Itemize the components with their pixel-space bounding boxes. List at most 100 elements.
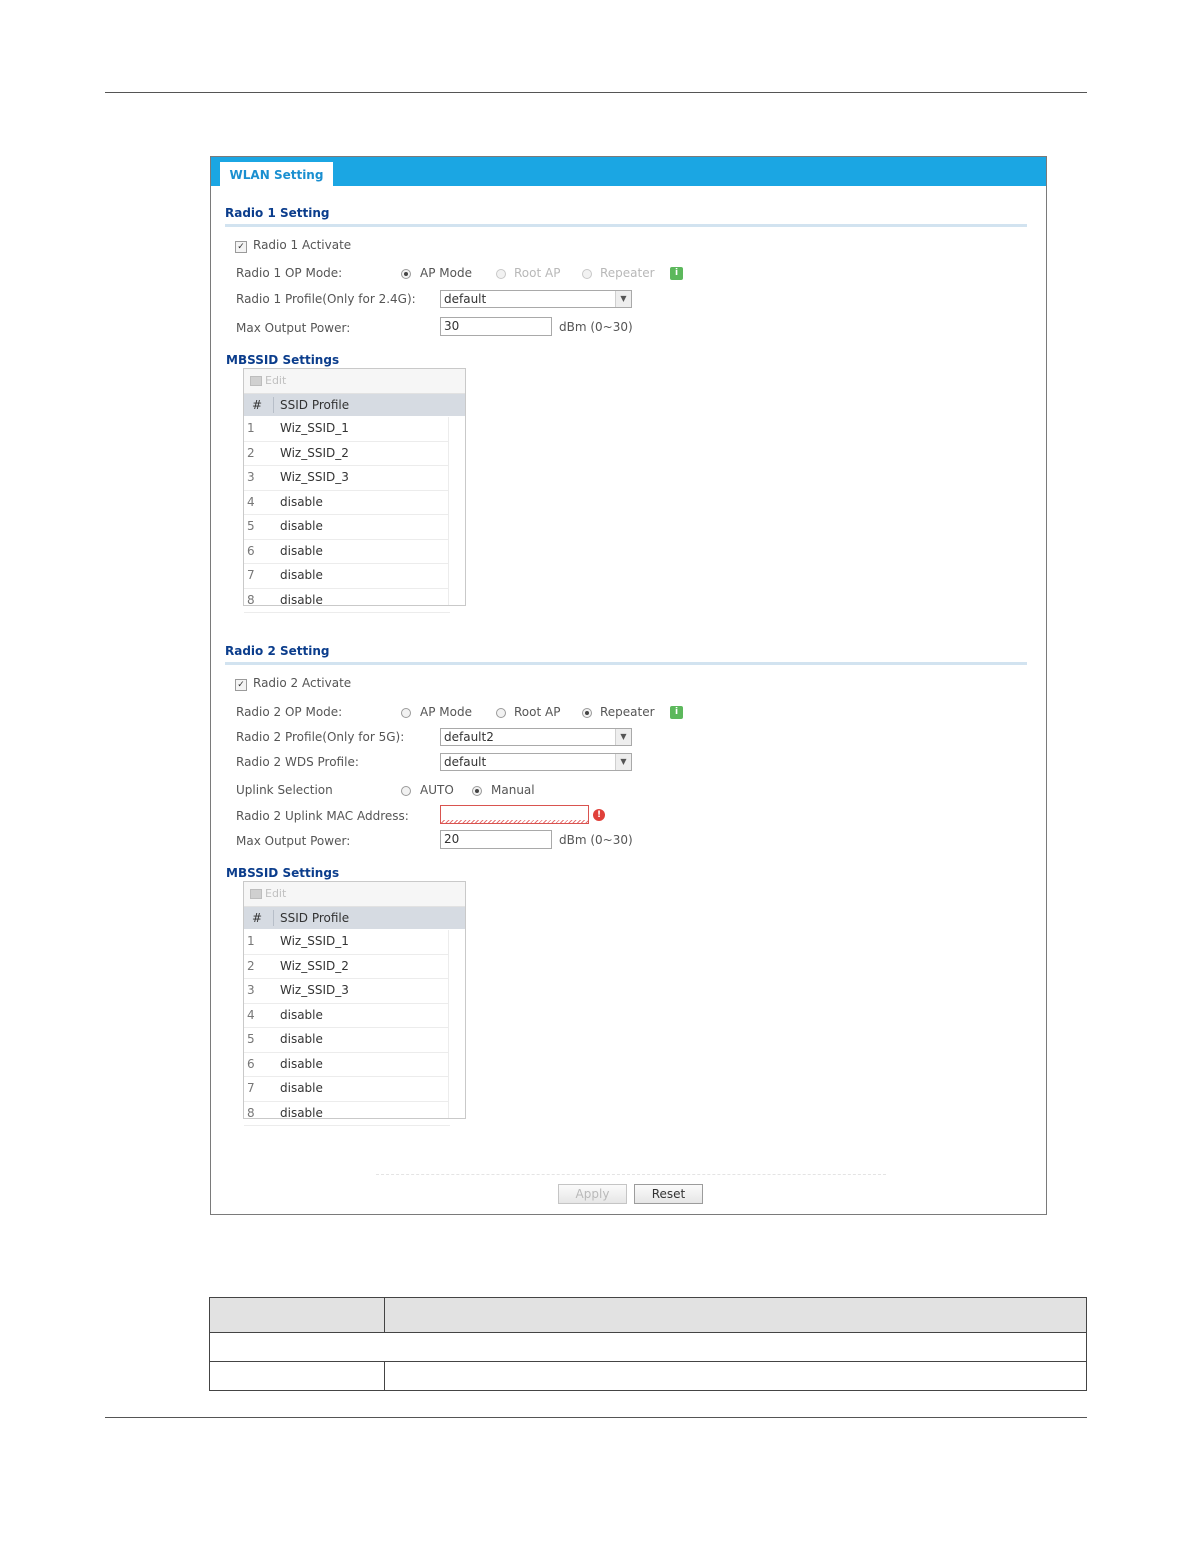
row-ssid-profile: disable <box>280 519 323 533</box>
radio2-profile-select[interactable]: default2 ▼ <box>440 728 632 746</box>
edit-button[interactable]: Edit <box>265 374 286 387</box>
row-ssid-profile: Wiz_SSID_2 <box>280 445 349 460</box>
radio2-repeater-radio[interactable] <box>582 708 592 718</box>
uplink-manual-radio[interactable] <box>472 786 482 796</box>
row-ssid-profile: disable <box>280 592 323 607</box>
table-row[interactable]: 4 disable <box>244 491 450 515</box>
radio2-root-ap-label: Root AP <box>514 705 561 719</box>
radio1-profile-value: default <box>444 292 487 306</box>
row-number: 3 <box>247 470 255 484</box>
edit-button[interactable]: Edit <box>265 887 286 900</box>
row-ssid-profile: Wiz_SSID_1 <box>280 421 349 435</box>
radio1-ap-mode-radio[interactable] <box>401 269 411 279</box>
row-number: 8 <box>247 592 255 607</box>
row-number: 5 <box>247 519 255 533</box>
row-ssid-profile: disable <box>280 543 323 558</box>
radio2-power-value: 20 <box>444 832 460 846</box>
table-row[interactable]: 1 Wiz_SSID_1 <box>244 930 450 955</box>
radio2-section-title: Radio 2 Setting <box>225 644 330 658</box>
chevron-down-icon: ▼ <box>615 729 631 745</box>
row-number: 4 <box>247 1007 255 1022</box>
radio2-ap-mode-label: AP Mode <box>420 705 472 719</box>
row-number: 1 <box>247 421 255 435</box>
radio1-power-label: Max Output Power: <box>236 321 351 335</box>
table-row[interactable]: 1 Wiz_SSID_1 <box>244 417 450 442</box>
column-divider <box>273 910 274 926</box>
row-ssid-profile: Wiz_SSID_2 <box>280 958 349 973</box>
table-row[interactable]: 8 disable <box>244 1102 450 1126</box>
radio1-activate-checkbox[interactable]: ✓ <box>235 241 247 253</box>
row-number: 7 <box>247 568 255 582</box>
reset-button[interactable]: Reset <box>634 1184 703 1204</box>
mbssid-table-header: # SSID Profile <box>244 394 465 416</box>
table-row[interactable]: 4 disable <box>244 1004 450 1028</box>
table-row[interactable]: 6 disable <box>244 540 450 564</box>
scrollbar[interactable] <box>448 930 465 1118</box>
radio1-op-mode-label: Radio 1 OP Mode: <box>236 266 343 280</box>
mbssid-toolbar: Edit <box>244 882 465 907</box>
uplink-mac-input[interactable] <box>440 805 589 824</box>
radio2-wds-value: default <box>444 755 487 769</box>
radio2-wds-label: Radio 2 WDS Profile: <box>236 755 359 769</box>
uplink-auto-label: AUTO <box>420 783 454 797</box>
table-row[interactable]: 5 disable <box>244 1028 450 1053</box>
table-row[interactable]: 3 Wiz_SSID_3 <box>244 466 450 491</box>
radio2-op-mode-label: Radio 2 OP Mode: <box>236 705 343 719</box>
row-number: 2 <box>247 958 255 973</box>
radio2-wds-select[interactable]: default ▼ <box>440 753 632 771</box>
column-divider <box>273 397 274 413</box>
table-row[interactable]: 7 disable <box>244 1077 450 1102</box>
tab-wlan-setting[interactable]: WLAN Setting <box>220 162 333 186</box>
table-row[interactable]: 5 disable <box>244 515 450 540</box>
scrollbar[interactable] <box>448 417 465 605</box>
apply-button[interactable]: Apply <box>558 1184 627 1204</box>
radio1-root-ap-radio[interactable] <box>496 269 506 279</box>
radio2-power-label: Max Output Power: <box>236 834 351 848</box>
radio2-ap-mode-radio[interactable] <box>401 708 411 718</box>
radio2-mbssid-title: MBSSID Settings <box>226 866 340 880</box>
radio1-power-input[interactable]: 30 <box>440 317 552 336</box>
uplink-manual-label: Manual <box>491 783 535 797</box>
table-row[interactable]: 2 Wiz_SSID_2 <box>244 955 450 979</box>
table-row[interactable]: 6 disable <box>244 1053 450 1077</box>
table-row[interactable]: 2 Wiz_SSID_2 <box>244 442 450 466</box>
uplink-mac-label: Radio 2 Uplink MAC Address: <box>236 809 409 823</box>
radio2-section-divider <box>225 662 1027 665</box>
radio1-profile-select[interactable]: default ▼ <box>440 290 632 308</box>
radio1-repeater-radio[interactable] <box>582 269 592 279</box>
radio2-power-input[interactable]: 20 <box>440 830 552 849</box>
warning-icon: ! <box>593 809 605 821</box>
row-ssid-profile: disable <box>280 1007 323 1022</box>
edit-icon <box>250 376 262 386</box>
tab-bar: WLAN Setting <box>211 157 1046 186</box>
radio1-ap-mode-label: AP Mode <box>420 266 472 280</box>
radio2-activate-label: Radio 2 Activate <box>253 676 352 690</box>
column-header-number[interactable]: # <box>252 394 264 416</box>
radio1-mbssid-table: Edit # SSID Profile 1 Wiz_SSID_1 2 Wiz_SSI… <box>243 368 466 613</box>
mbssid-table-header: # SSID Profile <box>244 907 465 929</box>
radio2-activate-checkbox[interactable]: ✓ <box>235 679 247 691</box>
bottom-rule <box>105 1417 1087 1418</box>
radio2-power-unit: dBm (0~30) <box>559 833 633 847</box>
radio1-section-title: Radio 1 Setting <box>225 206 330 220</box>
info-icon[interactable]: i <box>670 267 683 280</box>
row-ssid-profile: disable <box>280 568 323 582</box>
row-number: 1 <box>247 934 255 948</box>
row-ssid-profile: Wiz_SSID_3 <box>280 470 349 484</box>
radio1-power-value: 30 <box>444 319 460 333</box>
uplink-auto-radio[interactable] <box>401 786 411 796</box>
radio2-root-ap-radio[interactable] <box>496 708 506 718</box>
table-row[interactable]: 7 disable <box>244 564 450 589</box>
column-header-ssid-profile[interactable]: SSID Profile <box>280 907 349 929</box>
table-row[interactable]: 8 disable <box>244 589 450 613</box>
row-number: 2 <box>247 445 255 460</box>
radio1-section-divider <box>225 224 1027 227</box>
info-icon[interactable]: i <box>670 706 683 719</box>
row-number: 4 <box>247 494 255 509</box>
row-ssid-profile: disable <box>280 1105 323 1120</box>
edit-icon <box>250 889 262 899</box>
table-row[interactable]: 3 Wiz_SSID_3 <box>244 979 450 1004</box>
column-header-ssid-profile[interactable]: SSID Profile <box>280 394 349 416</box>
column-header-number[interactable]: # <box>252 907 264 929</box>
row-ssid-profile: Wiz_SSID_3 <box>280 983 349 997</box>
